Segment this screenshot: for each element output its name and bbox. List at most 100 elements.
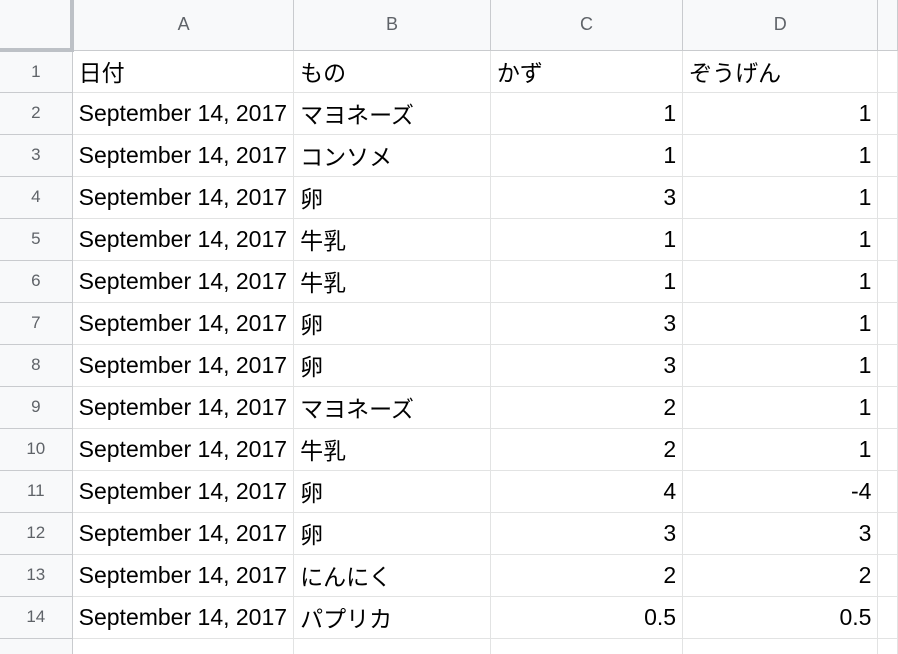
quantity-cell[interactable]: 1 [490, 134, 684, 177]
row-header[interactable]: 12 [0, 512, 73, 555]
column-header-b[interactable]: B [293, 0, 491, 51]
empty-cell[interactable] [877, 50, 898, 93]
quantity-cell[interactable]: 3 [490, 512, 684, 555]
quantity-cell[interactable]: 3 [490, 302, 684, 345]
quantity-cell[interactable]: 4 [490, 470, 684, 513]
empty-cell[interactable] [877, 218, 898, 261]
column-header-d[interactable]: D [682, 0, 879, 51]
table-row: 9 September 14, 2017 マヨネーズ 2 1 [0, 386, 898, 429]
row-header[interactable]: 2 [0, 92, 73, 135]
row-header[interactable]: 9 [0, 386, 73, 429]
date-cell[interactable]: September 14, 2017 [72, 428, 295, 471]
item-cell[interactable]: 卵 [293, 470, 491, 513]
change-cell[interactable]: 0.5 [682, 596, 879, 639]
item-cell[interactable]: 卵 [293, 344, 491, 387]
select-all-corner[interactable] [0, 0, 75, 52]
date-cell[interactable]: September 14, 2017 [72, 218, 295, 261]
item-cell[interactable]: 牛乳 [293, 428, 491, 471]
change-cell[interactable]: 1 [682, 302, 879, 345]
item-cell[interactable]: コンソメ [293, 134, 491, 177]
empty-cell[interactable] [877, 386, 898, 429]
row-header[interactable]: 7 [0, 302, 73, 345]
change-cell[interactable]: -4 [682, 470, 879, 513]
quantity-cell[interactable]: 1 [490, 260, 684, 303]
empty-cell[interactable] [877, 260, 898, 303]
empty-cell[interactable] [877, 638, 898, 654]
empty-cell[interactable] [877, 302, 898, 345]
column-header-e[interactable] [877, 0, 898, 51]
row-header[interactable]: 14 [0, 596, 73, 639]
header-cell[interactable]: かず [490, 50, 684, 93]
header-cell[interactable]: もの [293, 50, 491, 93]
date-cell[interactable]: September 14, 2017 [72, 512, 295, 555]
date-cell[interactable]: September 14, 2017 [72, 386, 295, 429]
row-header[interactable]: 10 [0, 428, 73, 471]
item-cell[interactable]: にんにく [293, 554, 491, 597]
date-cell[interactable]: September 14, 2017 [72, 554, 295, 597]
table-row: 2 September 14, 2017 マヨネーズ 1 1 [0, 92, 898, 135]
quantity-cell[interactable]: 2 [490, 386, 684, 429]
row-header[interactable]: 4 [0, 176, 73, 219]
quantity-cell[interactable]: 3 [490, 344, 684, 387]
change-cell[interactable]: 1 [682, 260, 879, 303]
item-cell[interactable]: 牛乳 [293, 218, 491, 261]
empty-cell[interactable] [877, 470, 898, 513]
date-cell[interactable]: September 14, 2017 [72, 344, 295, 387]
date-cell[interactable]: September 14, 2017 [72, 260, 295, 303]
quantity-cell[interactable]: 2 [490, 428, 684, 471]
empty-cell[interactable] [877, 554, 898, 597]
empty-cell[interactable] [877, 344, 898, 387]
row-header[interactable]: 13 [0, 554, 73, 597]
change-cell[interactable]: 1 [682, 218, 879, 261]
quantity-cell[interactable]: 2 [490, 554, 684, 597]
date-cell[interactable]: September 14, 2017 [72, 134, 295, 177]
change-cell[interactable]: 1 [682, 428, 879, 471]
date-cell[interactable]: September 14, 2017 [72, 176, 295, 219]
empty-cell[interactable] [877, 428, 898, 471]
empty-cell[interactable] [877, 92, 898, 135]
row-header[interactable] [0, 638, 73, 654]
empty-cell[interactable] [877, 176, 898, 219]
quantity-cell[interactable]: 0.5 [490, 596, 684, 639]
row-header[interactable]: 3 [0, 134, 73, 177]
header-cell[interactable]: 日付 [72, 50, 295, 93]
quantity-cell[interactable]: 1 [490, 218, 684, 261]
table-row: 6 September 14, 2017 牛乳 1 1 [0, 260, 898, 303]
date-cell[interactable]: September 14, 2017 [72, 596, 295, 639]
item-cell[interactable]: 卵 [293, 512, 491, 555]
change-cell[interactable]: 1 [682, 176, 879, 219]
item-cell[interactable]: 卵 [293, 302, 491, 345]
quantity-cell[interactable]: 3 [490, 176, 684, 219]
item-cell[interactable]: パプリカ [293, 596, 491, 639]
empty-cell[interactable] [877, 134, 898, 177]
empty-cell[interactable] [877, 596, 898, 639]
change-cell[interactable]: 1 [682, 92, 879, 135]
change-cell[interactable]: 2 [682, 554, 879, 597]
item-cell[interactable]: マヨネーズ [293, 386, 491, 429]
change-cell[interactable]: 3 [682, 512, 879, 555]
date-cell[interactable]: September 14, 2017 [72, 92, 295, 135]
change-cell[interactable]: 1 [682, 134, 879, 177]
change-cell[interactable]: 1 [682, 386, 879, 429]
item-cell[interactable]: マヨネーズ [293, 92, 491, 135]
row-header[interactable]: 5 [0, 218, 73, 261]
item-cell[interactable]: 卵 [293, 176, 491, 219]
header-cell[interactable]: ぞうげん [682, 50, 879, 93]
row-header[interactable]: 1 [0, 50, 73, 93]
column-header-a[interactable]: A [72, 0, 295, 51]
row-header[interactable]: 11 [0, 470, 73, 513]
empty-cell[interactable] [682, 638, 879, 654]
item-cell[interactable]: 牛乳 [293, 260, 491, 303]
quantity-cell[interactable]: 1 [490, 92, 684, 135]
change-cell[interactable]: 1 [682, 344, 879, 387]
empty-cell[interactable] [293, 638, 491, 654]
table-row: 7 September 14, 2017 卵 3 1 [0, 302, 898, 345]
date-cell[interactable]: September 14, 2017 [72, 470, 295, 513]
row-header[interactable]: 6 [0, 260, 73, 303]
column-header-c[interactable]: C [490, 0, 684, 51]
row-header[interactable]: 8 [0, 344, 73, 387]
empty-cell[interactable] [490, 638, 684, 654]
date-cell[interactable]: September 14, 2017 [72, 302, 295, 345]
empty-cell[interactable] [877, 512, 898, 555]
empty-cell[interactable] [72, 638, 295, 654]
